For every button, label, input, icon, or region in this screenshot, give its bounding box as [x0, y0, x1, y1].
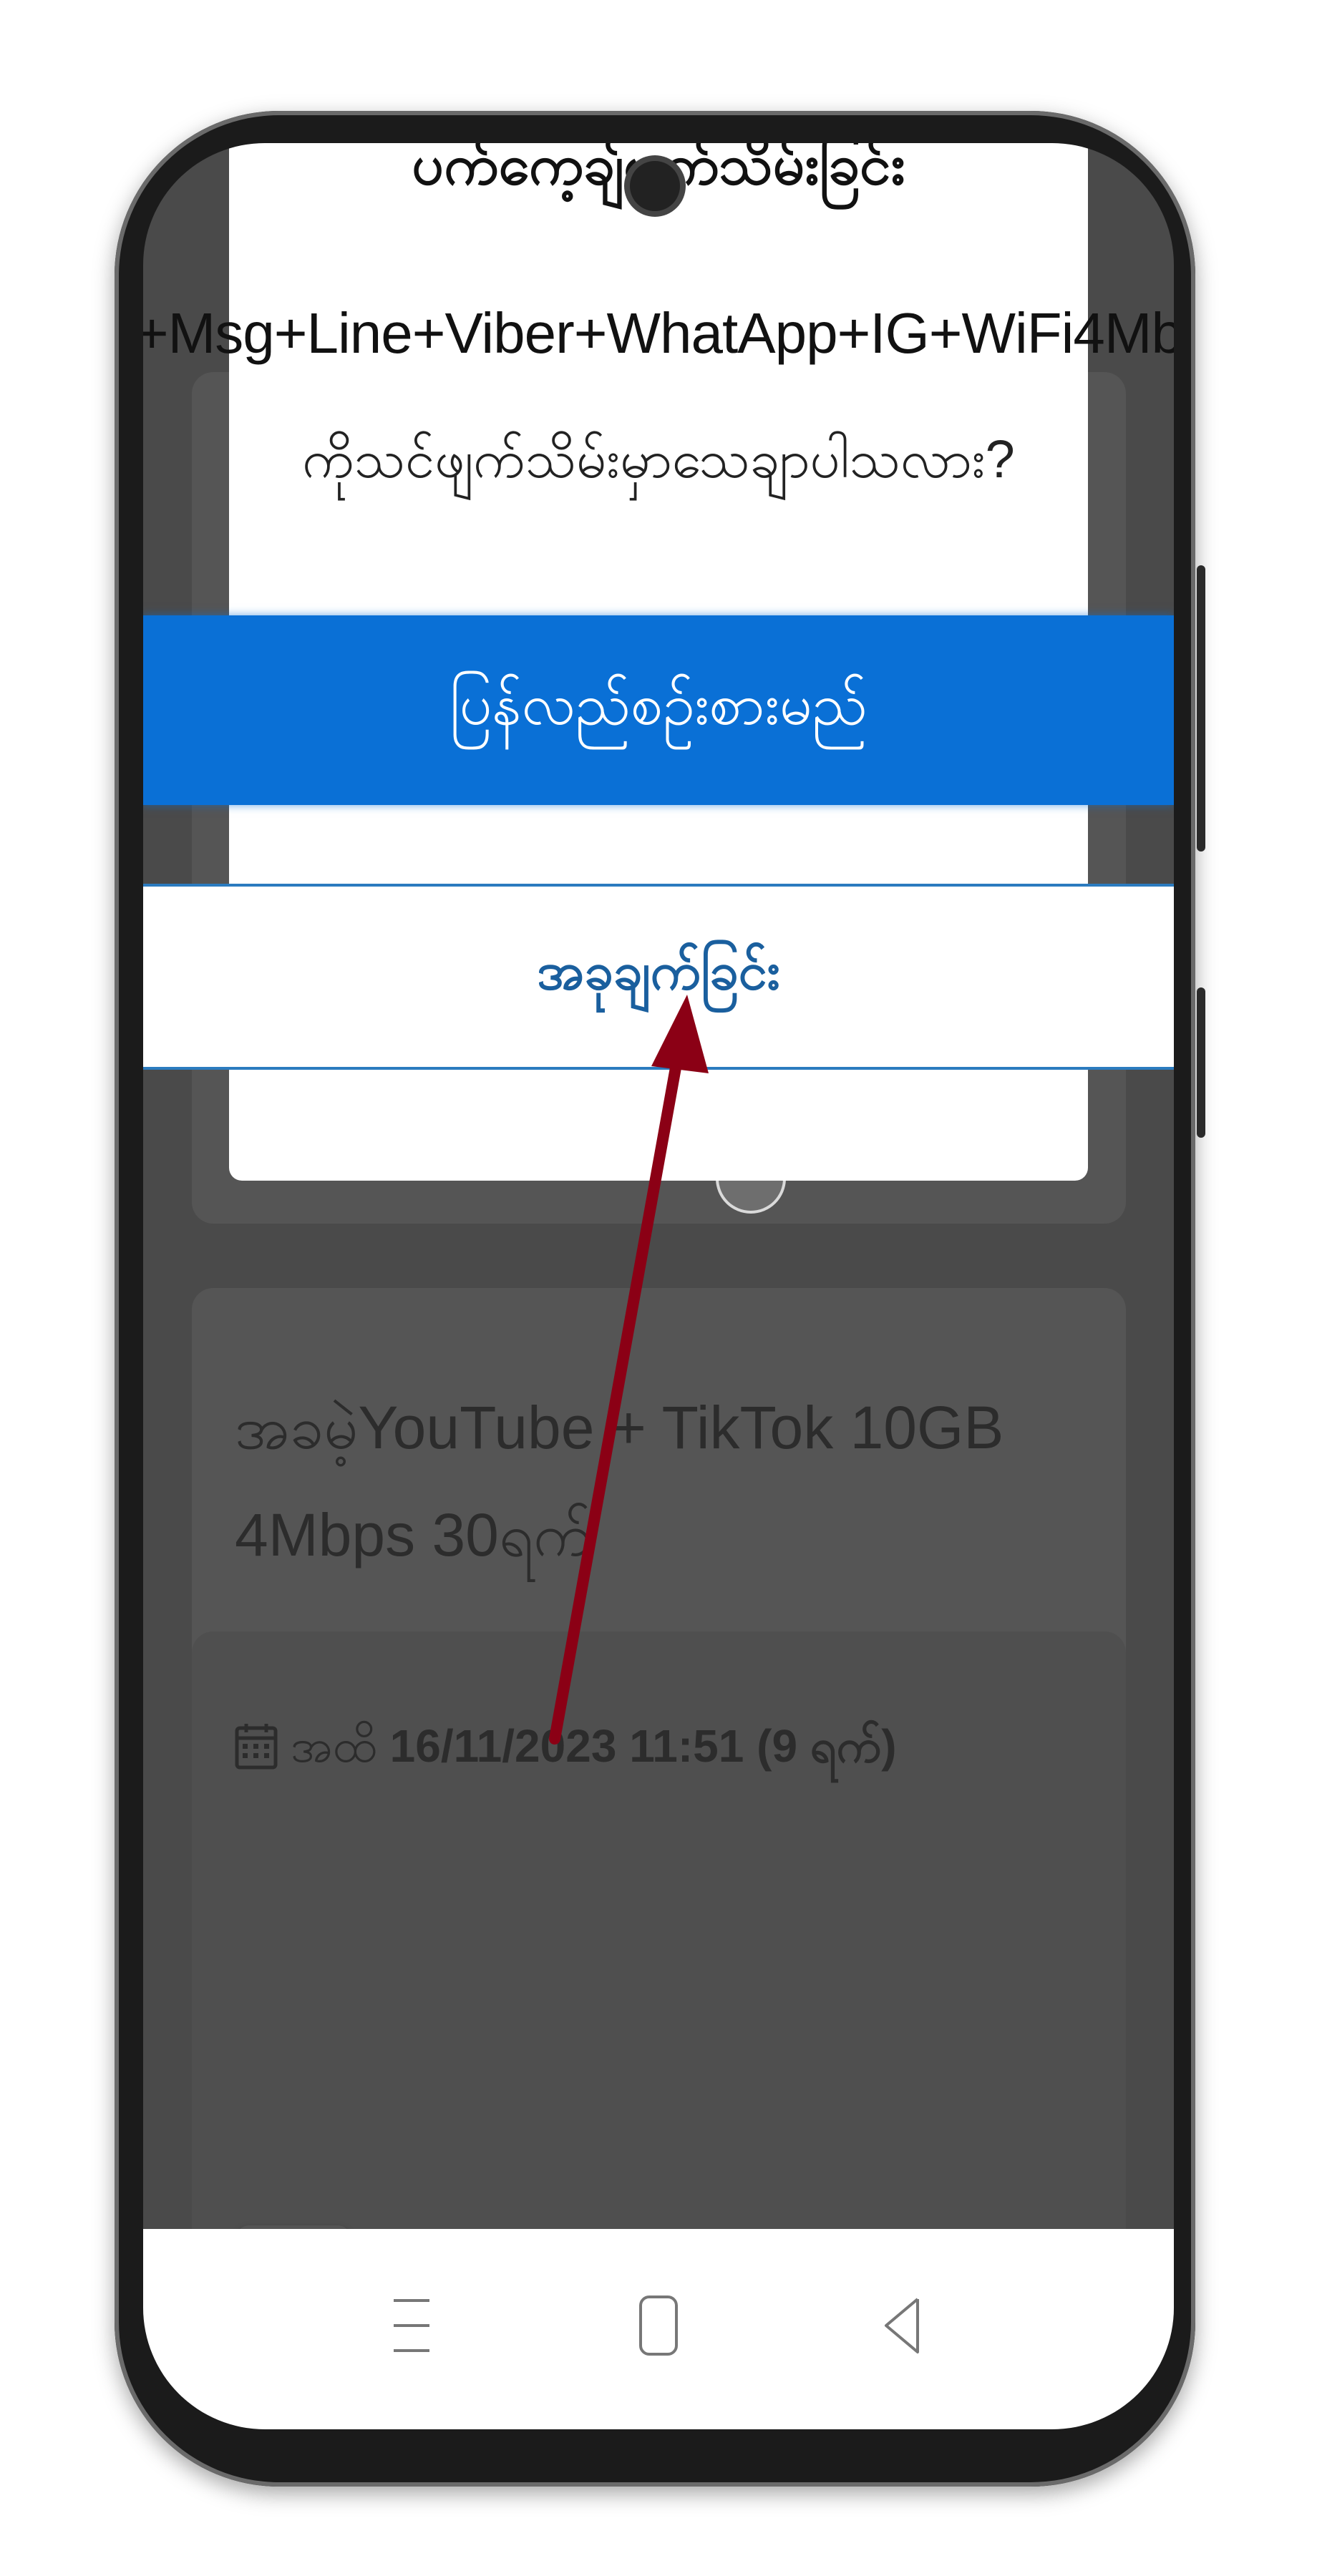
front-camera — [630, 161, 680, 211]
package-card: အခမဲ့YouTube + TikTok 10GB 4Mbps 30ရက် အ… — [192, 1288, 1126, 2390]
package-title: အခမဲ့YouTube + TikTok 10GB 4Mbps 30ရက် — [235, 1394, 1004, 1568]
package-details: အထိ 16/11/2023 11:51 (9 ရက်) — [192, 1631, 1126, 2390]
tap-indicator — [716, 1143, 786, 1214]
reconsider-button[interactable]: ပြန်လည်စဉ်းစားမည် — [143, 615, 1174, 805]
menu-icon[interactable] — [390, 2293, 433, 2361]
system-nav-bar — [143, 2229, 1174, 2429]
expiry-label: အထိ — [291, 1720, 377, 1772]
phone-screen: အခမဲ့YouTube + TikTok 10GB 4Mbps 30ရက် အ… — [143, 143, 1174, 2429]
power-button — [1197, 987, 1205, 1138]
volume-button — [1197, 565, 1205, 852]
calendar-icon — [235, 1722, 278, 1780]
confirm-cancel-button[interactable]: အခုချက်ခြင်း — [143, 884, 1174, 1070]
home-icon[interactable] — [637, 2293, 680, 2361]
back-icon[interactable] — [880, 2293, 923, 2361]
expiry-row: အထိ 16/11/2023 11:51 (9 ရက်) — [235, 1717, 897, 1785]
expiry-date: 16/11/2023 11:51 (9 ရက်) — [389, 1720, 897, 1772]
dialog-message-question: ကိုသင်ဖျက်သိမ်းမှာသေချာပါသလား? — [302, 429, 1015, 489]
dialog-message-package: ခမဲ့FB+Msg+Line+Viber+WhatApp+IG+WiFi4Mb… — [143, 301, 1174, 365]
